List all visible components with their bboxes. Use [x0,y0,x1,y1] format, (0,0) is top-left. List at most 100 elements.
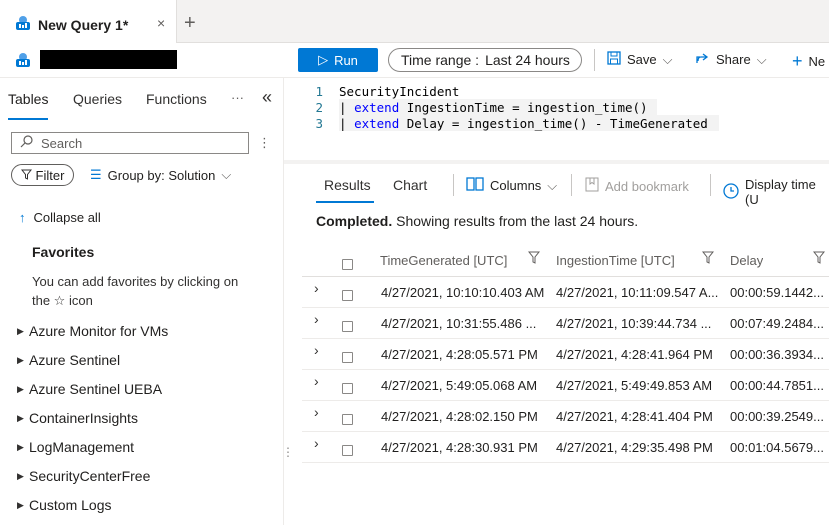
table-row[interactable]: › 4/27/2021, 4:28:30.931 PM 4/27/2021, 4… [302,431,829,463]
log-analytics-icon [14,15,32,34]
toolbar-separator [571,174,572,196]
tree-item-label: SecurityCenterFree [29,468,151,484]
save-label: Save [627,52,657,67]
close-tab-icon[interactable]: × [157,15,165,31]
status-text: Showing results from the last 24 hours. [392,213,639,229]
tab-title: New Query 1* [38,17,129,33]
group-by-dropdown[interactable]: ☰ Group by: Solution ⌵ [90,167,231,183]
tree-item-azure-sentinel[interactable]: ▶ Azure Sentinel [17,352,120,368]
clock-icon [723,182,739,202]
table-row[interactable]: › 4/27/2021, 10:31:55.486 ... 4/27/2021,… [302,307,829,339]
keyword: extend [354,100,400,115]
new-alert-rule-button[interactable]: + Ne [792,51,825,72]
filter-icon[interactable] [813,251,825,267]
row-checkbox[interactable] [342,445,353,456]
search-input[interactable]: Search [11,132,249,154]
group-by-label: Group by: Solution [107,167,216,183]
row-checkbox[interactable] [342,414,353,425]
tab-functions[interactable]: Functions [146,91,207,107]
columns-button[interactable]: Columns ⌵ [466,177,557,194]
add-bookmark-button[interactable]: Add bookmark [585,177,689,195]
editor-results-divider[interactable] [284,160,829,164]
time-range-value: Last 24 hours [485,52,570,68]
column-header-delay[interactable]: Delay [730,253,763,268]
tree-item-azure-sentinel-ueba[interactable]: ▶ Azure Sentinel UEBA [17,381,162,397]
column-header-timegenerated[interactable]: TimeGenerated [UTC] [380,253,507,268]
collapse-all-icon: ↑ [19,210,26,225]
columns-icon [466,177,484,194]
share-button[interactable]: Share ⌵ [695,51,767,68]
filter-icon[interactable] [702,251,714,267]
table-row[interactable]: › 4/27/2021, 5:49:05.068 AM 4/27/2021, 5… [302,369,829,401]
line-number: 2 [315,100,323,115]
expand-row-icon[interactable]: › [314,280,319,296]
tree-item-label: Custom Logs [29,497,112,513]
search-placeholder: Search [41,135,83,151]
time-range-label: Time range : [401,52,480,68]
select-all-checkbox[interactable] [342,259,353,270]
column-header-ingestiontime[interactable]: IngestionTime [UTC] [556,253,675,268]
tree-item-containerinsights[interactable]: ▶ ContainerInsights [17,410,138,426]
results-status: Completed. Showing results from the last… [316,213,638,229]
tab-queries[interactable]: Queries [73,91,122,107]
cell-ingestiontime: 4/27/2021, 10:39:44.734 ... [556,316,712,331]
expand-row-icon[interactable]: › [314,435,319,451]
expand-row-icon[interactable]: › [314,342,319,358]
scope-selector-redacted[interactable] [40,50,177,69]
add-bookmark-label: Add bookmark [605,178,689,194]
cell-delay: 00:07:49.2484... [730,316,824,331]
list-icon: ☰ [90,167,102,182]
new-alert-label: Ne [808,54,826,69]
table-row[interactable]: › 4/27/2021, 4:28:05.571 PM 4/27/2021, 4… [302,338,829,370]
cell-delay: 00:00:39.2549... [730,409,824,424]
row-checkbox[interactable] [342,383,353,394]
cell-timegenerated: 4/27/2021, 4:28:05.571 PM [381,347,538,362]
run-label: Run [334,52,358,68]
tree-item-custom-logs[interactable]: ▶ Custom Logs [17,497,111,513]
pipe-operator: | [339,100,355,115]
tab-chart[interactable]: Chart [393,177,427,193]
query-tab[interactable]: New Query 1* × [0,0,177,43]
row-checkbox[interactable] [342,352,353,363]
filter-button[interactable]: Filter [11,164,74,186]
expand-row-icon[interactable]: › [314,373,319,389]
bookmark-icon [585,177,599,195]
new-tab-button[interactable]: + [184,12,196,35]
share-label: Share [716,52,751,67]
run-button[interactable]: ▷ Run [298,48,378,72]
panel-splitter-handle[interactable]: ⋮ [282,445,294,459]
cell-delay: 00:00:36.3934... [730,347,824,362]
tree-item-logmanagement[interactable]: ▶ LogManagement [17,439,134,455]
favorites-hint-line1: You can add favorites by clicking on [32,274,239,289]
collapse-panel-icon[interactable]: « [262,87,272,108]
table-row[interactable]: › 4/27/2021, 4:28:02.150 PM 4/27/2021, 4… [302,400,829,432]
collapse-all-button[interactable]: ↑ Collapse all [19,210,101,225]
time-range-button[interactable]: Time range : Last 24 hours [388,48,582,72]
favorites-title: Favorites [32,244,95,260]
cell-timegenerated: 4/27/2021, 4:28:02.150 PM [381,409,538,424]
display-time-button[interactable]: Display time (U [723,177,829,207]
chevron-down-icon: ⌵ [756,51,767,67]
tree-item-azure-monitor-vms[interactable]: ▶ Azure Monitor for VMs [17,323,168,339]
keyword: extend [354,116,400,131]
status-bold: Completed. [316,213,393,229]
tree-item-securitycenterfree[interactable]: ▶ SecurityCenterFree [17,468,150,484]
table-row[interactable]: › 4/27/2021, 10:10:10.403 AM 4/27/2021, … [302,276,829,308]
tree-item-label: Azure Sentinel UEBA [29,381,163,397]
filter-icon[interactable] [528,251,540,267]
active-tab-indicator [316,201,374,203]
row-checkbox[interactable] [342,290,353,301]
expand-row-icon[interactable]: › [314,311,319,327]
tab-results[interactable]: Results [324,177,371,193]
expand-row-icon[interactable]: › [314,404,319,420]
line-number: 3 [315,116,323,131]
search-icon [20,135,33,151]
save-button[interactable]: Save ⌵ [607,51,673,68]
search-more-icon[interactable]: ⋮ [258,135,271,151]
cell-timegenerated: 4/27/2021, 5:49:05.068 AM [381,378,538,393]
more-options-icon[interactable]: ··· [231,90,244,105]
favorites-hint-line2: the ☆ icon [32,293,93,308]
tab-tables[interactable]: Tables [8,91,48,107]
row-checkbox[interactable] [342,321,353,332]
toolbar-separator [594,49,595,71]
